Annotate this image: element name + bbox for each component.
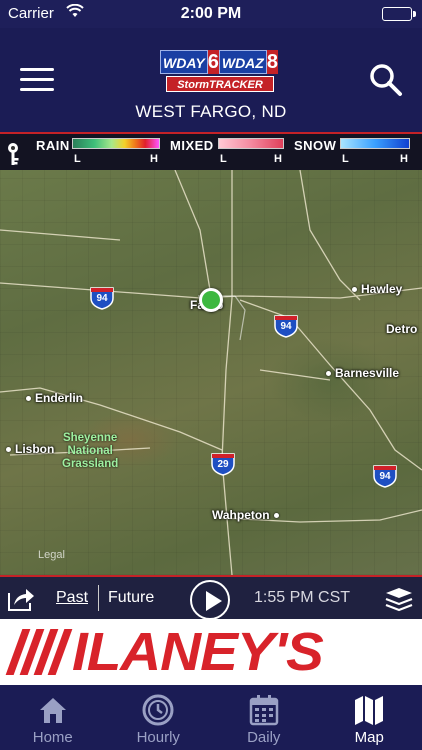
legend-rain-high: H [150,153,158,165]
legend-snow-high: H [400,153,408,165]
legend-mixed-bar [218,138,284,149]
play-button[interactable] [190,580,230,620]
clock-time: 2:00 PM [180,5,242,22]
city-detro: Detro [386,322,418,336]
legend-mixed-high: H [274,153,282,165]
battery-icon [382,7,412,21]
search-icon [370,64,402,96]
divider [98,585,99,611]
legal-link[interactable]: Legal [38,549,65,561]
tab-home-label: Home [32,729,73,746]
interstate-shield: 94 [372,462,398,488]
tab-daily[interactable]: Daily [211,685,317,750]
menu-button[interactable] [20,68,54,94]
legend-snow-label: SNOW [294,138,337,153]
station-logo: WDAY 6 WDAZ 8 StormTRACKER [160,50,278,94]
legend-rain-low: L [74,153,81,165]
bottom-tab-bar: Home Hourly Daily Map [0,685,422,750]
logo-station-1: WDAY [160,50,208,74]
legend-mixed-low: L [220,153,227,165]
precip-legend: RAIN L H MIXED L H SNOW L H [0,132,422,170]
city-barnesville: Barnesville [326,366,399,380]
legend-snow-bar [340,138,410,149]
layers-icon[interactable] [384,586,414,612]
tab-hourly-label: Hourly [136,729,180,746]
ad-banner[interactable]: ILANEY'S [0,619,422,685]
tab-map-label: Map [354,729,384,746]
clock-icon [142,694,174,726]
tab-map[interactable]: Map [317,685,422,750]
home-icon [39,698,66,723]
legend-mixed-label: MIXED [170,138,214,153]
legend-rain-label: RAIN [36,138,70,153]
city-hawley: Hawley [352,282,402,296]
future-toggle[interactable]: Future [108,589,154,607]
past-toggle[interactable]: Past [56,589,88,607]
sheyenne-grassland-label: Sheyenne National Grassland [62,432,119,470]
tab-hourly[interactable]: Hourly [106,685,212,750]
tab-daily-label: Daily [247,729,281,746]
share-icon[interactable] [6,585,36,613]
interstate-shield: 94 [273,312,299,338]
logo-num-2: 8 [266,50,278,74]
key-icon[interactable] [6,142,20,171]
radar-playback-bar: Past Future 1:55 PM CST [0,575,422,620]
location-marker[interactable] [199,288,223,312]
radar-map[interactable]: Hawley Detro Barnesville Enderlin Lisbon… [0,170,422,575]
calendar-icon [249,695,278,726]
tab-home[interactable]: Home [0,685,106,750]
city-wahpeton: Wahpeton [212,508,279,522]
radar-timestamp: 1:55 PM CST [254,589,351,606]
city-enderlin: Enderlin [26,391,83,405]
logo-num-1: 6 [207,50,219,74]
interstate-shield: 94 [89,284,115,310]
battery-nub [413,11,416,17]
logo-station-2: WDAZ [218,50,267,74]
ad-logo-stripes [5,629,73,675]
legend-rain-bar [72,138,160,149]
interstate-shield: 29 [210,450,236,476]
city-lisbon: Lisbon [6,442,54,456]
status-bar: Carrier 2:00 PM [0,0,422,28]
map-icon [355,696,384,725]
location-title[interactable]: WEST FARGO, ND [0,102,422,122]
search-button[interactable] [368,62,404,98]
logo-tracker: StormTRACKER [166,76,274,92]
ad-brand-text: ILANEY'S [72,622,324,682]
legend-snow-low: L [342,153,349,165]
app-header: WDAY 6 WDAZ 8 StormTRACKER WEST FARGO, N… [0,28,422,132]
